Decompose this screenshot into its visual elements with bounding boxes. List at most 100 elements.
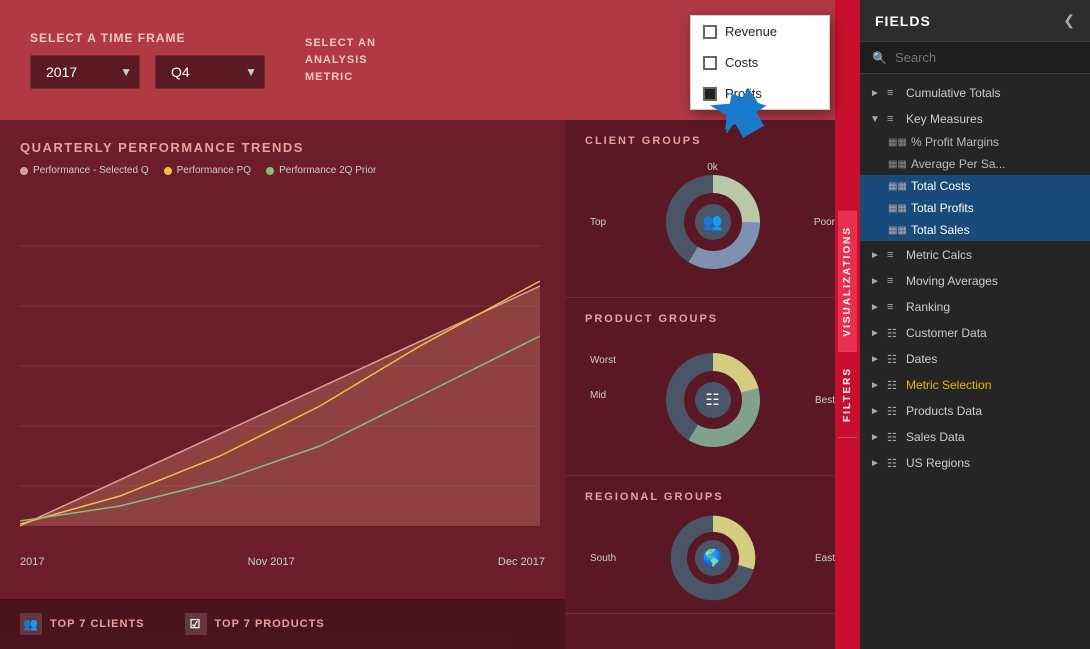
costs-label: Costs bbox=[725, 55, 758, 70]
field-group-key-measures: ▼ ≡ Key Measures ▦▦ % Profit Margins ▦▦ … bbox=[860, 107, 1090, 241]
top7-products-item[interactable]: ☑ TOP 7 PRODUCTS bbox=[185, 613, 325, 635]
metric-section: SELECT AN ANALYSIS METRIC bbox=[305, 37, 376, 83]
field-group-metric-selection: ► ☷ Metric Selection bbox=[860, 373, 1090, 397]
time-frame-section: SELECT A TIME FRAME 2017 ▼ Q4 ▼ bbox=[30, 31, 265, 89]
ranking-table-icon: ≡ bbox=[887, 301, 901, 313]
product-center-icon: ☷ bbox=[695, 382, 731, 418]
client-label-top: 0k bbox=[707, 162, 718, 173]
field-group-products: ► ☷ Products Data bbox=[860, 399, 1090, 423]
time-frame-label: SELECT A TIME FRAME bbox=[30, 31, 265, 45]
legend-item-2q: Performance 2Q Prior bbox=[266, 165, 376, 176]
search-input[interactable] bbox=[895, 50, 1078, 65]
filters-tab[interactable]: FILTERS bbox=[838, 352, 857, 438]
us-regions-group-header[interactable]: ► ☷ US Regions bbox=[860, 451, 1090, 475]
products-icon: ☑ bbox=[185, 613, 207, 635]
metric-revenue-item[interactable]: Revenue bbox=[691, 16, 829, 47]
us-regions-table-icon: ☷ bbox=[887, 457, 901, 470]
metric-costs-item[interactable]: Costs bbox=[691, 47, 829, 78]
sales-group-header[interactable]: ► ☷ Sales Data bbox=[860, 425, 1090, 449]
avg-per-sale-label: Average Per Sa... bbox=[911, 157, 1006, 171]
x-label-nov: Nov 2017 bbox=[248, 556, 295, 568]
visualizations-tab[interactable]: VISUALIZATIONS bbox=[838, 211, 857, 353]
regional-donut: South East 🌎 bbox=[585, 513, 840, 603]
regional-label-east: East bbox=[815, 553, 835, 564]
content-area: QUARTERLY PERFORMANCE TRENDS Performance… bbox=[0, 120, 860, 649]
metric-label-2: ANALYSIS bbox=[305, 54, 376, 66]
field-item-total-sales[interactable]: ▦▦ Total Sales bbox=[860, 219, 1090, 241]
client-donut: 0k Poor Top 👥 bbox=[585, 157, 840, 287]
fields-search-bar: 🔍 bbox=[860, 42, 1090, 74]
revenue-checkbox[interactable] bbox=[703, 25, 717, 39]
field-item-avg-per-sale[interactable]: ▦▦ Average Per Sa... bbox=[860, 153, 1090, 175]
profit-margins-label: % Profit Margins bbox=[911, 135, 999, 149]
dates-table-icon: ☷ bbox=[887, 353, 901, 366]
us-regions-label: US Regions bbox=[906, 456, 1080, 470]
metric-calcs-table-icon: ≡ bbox=[887, 249, 901, 261]
field-group-ranking: ► ≡ Ranking bbox=[860, 295, 1090, 319]
year-dropdown-wrapper: 2017 ▼ bbox=[30, 55, 140, 89]
performance-chart bbox=[20, 186, 540, 546]
metric-calcs-expand-icon: ► bbox=[870, 250, 882, 261]
sales-table-icon: ☷ bbox=[887, 431, 901, 444]
dates-expand-icon: ► bbox=[870, 354, 882, 365]
key-measures-label: Key Measures bbox=[906, 112, 1080, 126]
customer-table-icon: ☷ bbox=[887, 327, 901, 340]
sales-expand-icon: ► bbox=[870, 432, 882, 443]
field-item-profit-margins[interactable]: ▦▦ % Profit Margins bbox=[860, 131, 1090, 153]
chart-title: QUARTERLY PERFORMANCE TRENDS bbox=[20, 140, 545, 155]
cumulative-expand-icon: ► bbox=[870, 88, 882, 99]
metric-label-3: METRIC bbox=[305, 71, 376, 83]
metric-calcs-label: Metric Calcs bbox=[906, 248, 1080, 262]
side-tabs: VISUALIZATIONS FILTERS bbox=[835, 0, 860, 649]
legend-label-selected: Performance - Selected Q bbox=[33, 165, 149, 176]
ranking-label: Ranking bbox=[906, 300, 1080, 314]
metric-selection-group-header[interactable]: ► ☷ Metric Selection bbox=[860, 373, 1090, 397]
groups-section: CLIENT GROUPS 0k Poor Top 👥 PRODUCT GROU… bbox=[565, 120, 860, 649]
ranking-group-header[interactable]: ► ≡ Ranking bbox=[860, 295, 1090, 319]
top7-products-label: TOP 7 PRODUCTS bbox=[215, 618, 325, 630]
metric-selection-expand-icon: ► bbox=[870, 380, 882, 391]
moving-avg-table-icon: ≡ bbox=[887, 275, 901, 287]
year-dropdown[interactable]: 2017 bbox=[30, 55, 140, 89]
key-measures-group-header[interactable]: ▼ ≡ Key Measures bbox=[860, 107, 1090, 131]
key-measures-table-icon: ≡ bbox=[887, 113, 901, 125]
cumulative-group-header[interactable]: ► ≡ Cumulative Totals bbox=[860, 81, 1090, 105]
chart-section: QUARTERLY PERFORMANCE TRENDS Performance… bbox=[0, 120, 565, 649]
quarter-dropdown[interactable]: Q4 bbox=[155, 55, 265, 89]
customer-group-header[interactable]: ► ☷ Customer Data bbox=[860, 321, 1090, 345]
metric-selection-label: Metric Selection bbox=[906, 378, 1080, 392]
ranking-expand-icon: ► bbox=[870, 302, 882, 313]
regional-center-icon: 🌎 bbox=[695, 540, 731, 576]
field-item-total-costs[interactable]: ▦▦ Total Costs bbox=[860, 175, 1090, 197]
moving-avg-label: Moving Averages bbox=[906, 274, 1080, 288]
product-label-worst: Worst bbox=[590, 355, 616, 366]
dates-label: Dates bbox=[906, 352, 1080, 366]
field-item-total-profits[interactable]: ▦▦ Total Profits bbox=[860, 197, 1090, 219]
moving-avg-group-header[interactable]: ► ≡ Moving Averages bbox=[860, 269, 1090, 293]
metric-selection-table-icon: ☷ bbox=[887, 379, 901, 392]
fields-close-button[interactable]: ❮ bbox=[1063, 12, 1075, 29]
cumulative-label: Cumulative Totals bbox=[906, 86, 1080, 100]
costs-checkbox[interactable] bbox=[703, 56, 717, 70]
top7-clients-item[interactable]: 👥 TOP 7 CLIENTS bbox=[20, 613, 145, 635]
client-label-right: Poor bbox=[814, 217, 835, 228]
sales-label: Sales Data bbox=[906, 430, 1080, 444]
legend-item-selected: Performance - Selected Q bbox=[20, 165, 149, 176]
legend-dot-selected bbox=[20, 167, 28, 175]
avg-per-sale-icon: ▦▦ bbox=[888, 159, 906, 170]
client-label-left: Top bbox=[590, 217, 606, 228]
metric-calcs-group-header[interactable]: ► ≡ Metric Calcs bbox=[860, 243, 1090, 267]
products-label: Products Data bbox=[906, 404, 1080, 418]
field-group-moving-avg: ► ≡ Moving Averages bbox=[860, 269, 1090, 293]
search-icon: 🔍 bbox=[872, 51, 887, 65]
dates-group-header[interactable]: ► ☷ Dates bbox=[860, 347, 1090, 371]
x-label-dec: Dec 2017 bbox=[498, 556, 545, 568]
field-group-sales: ► ☷ Sales Data bbox=[860, 425, 1090, 449]
chart-svg-wrapper: 2017 Nov 2017 Dec 2017 bbox=[20, 186, 545, 566]
legend-item-pq: Performance PQ bbox=[164, 165, 251, 176]
products-group-header[interactable]: ► ☷ Products Data bbox=[860, 399, 1090, 423]
cumulative-table-icon: ≡ bbox=[887, 87, 901, 99]
legend-label-2q: Performance 2Q Prior bbox=[279, 165, 376, 176]
dropdowns-row: 2017 ▼ Q4 ▼ bbox=[30, 55, 265, 89]
field-group-customer: ► ☷ Customer Data bbox=[860, 321, 1090, 345]
